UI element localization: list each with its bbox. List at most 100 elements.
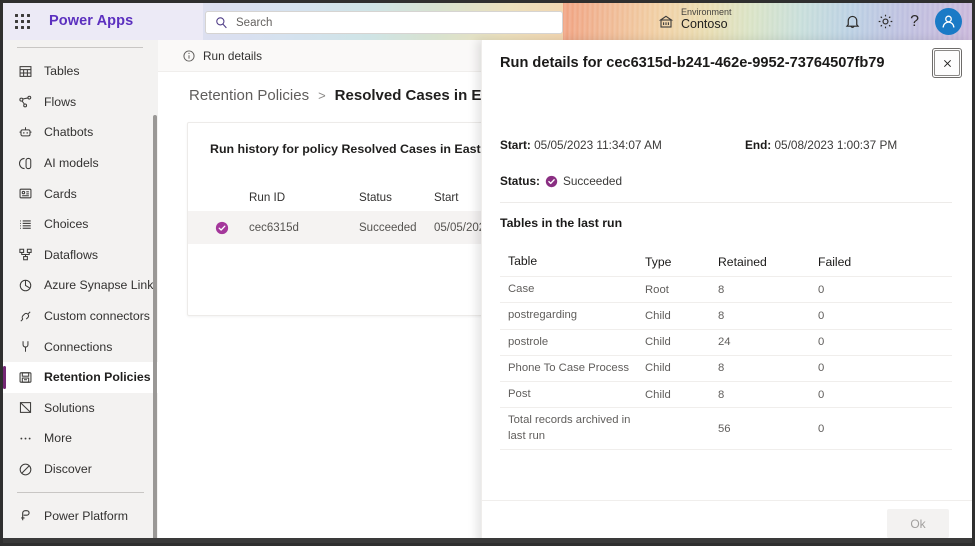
cell-type: Child xyxy=(645,309,671,322)
sidebar-top-divider xyxy=(17,47,143,48)
sidebar-item-tables[interactable]: Tables xyxy=(3,56,158,87)
gear-icon[interactable] xyxy=(877,13,894,30)
cell-table: postrole xyxy=(508,335,549,348)
retention-policy-icon xyxy=(17,369,33,385)
sidebar-item-label: Flows xyxy=(44,94,77,109)
environment-icon xyxy=(658,15,674,28)
cell-type: Child xyxy=(645,388,671,401)
sidebar-item-discover[interactable]: Discover xyxy=(3,454,158,485)
column-header-status[interactable]: Status xyxy=(359,191,392,204)
run-details-panel: Run details for cec6315d-b241-462e-9952-… xyxy=(481,40,972,543)
status-label: Status: xyxy=(500,174,540,188)
sidebar-item-more[interactable]: More xyxy=(3,423,158,454)
cell-retained: 24 xyxy=(718,336,731,349)
environment-switcher[interactable]: Environment Contoso xyxy=(658,7,732,31)
dataflow-icon xyxy=(17,247,33,263)
discover-compass-icon xyxy=(17,461,33,477)
sidebar-scrollbar[interactable] xyxy=(153,115,157,543)
app-brand-title[interactable]: Power Apps xyxy=(49,13,133,29)
environment-name: Contoso xyxy=(681,17,728,32)
sidebar-item-cards[interactable]: Cards xyxy=(3,178,158,209)
search-icon xyxy=(216,17,227,29)
tables-in-last-run-table: Table Type Retained Failed Case Root 8 0… xyxy=(500,247,952,450)
close-x-icon xyxy=(943,59,951,67)
sidebar-item-label: Discover xyxy=(44,462,92,477)
run-history-title: Run history for policy Resolved Cases in… xyxy=(210,142,497,156)
table-row: Post Child 8 0 xyxy=(500,381,952,407)
card-icon xyxy=(17,186,33,202)
breadcrumb: Retention Policies > Resolved Cases in E… xyxy=(189,87,522,104)
panel-divider xyxy=(500,202,952,203)
sidebar-item-label: Azure Synapse Link xyxy=(44,278,154,293)
sidebar-item-custom-connectors[interactable]: Custom connectors xyxy=(3,301,158,332)
sidebar-item-flows[interactable]: Flows xyxy=(3,87,158,118)
sidebar-item-label: Chatbots xyxy=(44,125,94,140)
cell-retained: 56 xyxy=(718,422,731,435)
run-details-button[interactable]: Run details xyxy=(176,46,268,66)
sidebar-divider xyxy=(17,492,144,494)
cell-failed: 0 xyxy=(818,309,825,322)
cell-table: Post xyxy=(508,388,531,400)
run-details-label: Run details xyxy=(203,48,263,63)
column-header-type: Type xyxy=(645,254,672,269)
sidebar-item-choices[interactable]: Choices xyxy=(3,209,158,240)
start-value: 05/05/2023 11:34:07 AM xyxy=(534,138,662,152)
table-row: postrole Child 24 0 xyxy=(500,328,952,355)
sidebar-item-solutions[interactable]: Solutions xyxy=(3,393,158,424)
cell-type: Child xyxy=(645,362,671,375)
sidebar-item-label: Tables xyxy=(44,64,80,79)
column-header-start[interactable]: Start xyxy=(434,191,458,204)
sidebar-item-label: AI models xyxy=(44,156,99,171)
column-header-retained: Retained xyxy=(718,254,767,269)
run-start: Start: 05/05/2023 11:34:07 AM xyxy=(500,138,662,152)
ok-button[interactable]: Ok xyxy=(887,509,949,538)
cell-type: Root xyxy=(645,283,669,296)
sidebar-item-chatbots[interactable]: Chatbots xyxy=(3,117,158,148)
cell-retained: 8 xyxy=(718,362,725,375)
cell-failed: 0 xyxy=(818,422,825,435)
connection-plug-icon xyxy=(17,339,33,355)
breadcrumb-parent[interactable]: Retention Policies xyxy=(189,87,309,104)
end-value: 05/08/2023 1:00:37 PM xyxy=(774,138,898,152)
sidebar-item-dataflows[interactable]: Dataflows xyxy=(3,240,158,271)
cell-table: postregarding xyxy=(508,309,578,322)
breadcrumb-separator-icon: > xyxy=(318,88,326,103)
avatar[interactable] xyxy=(935,8,962,35)
bell-icon[interactable] xyxy=(844,13,861,30)
sidebar-item-label: Choices xyxy=(44,217,89,232)
table-row: postregarding Child 8 0 xyxy=(500,302,952,328)
header-actions: ? xyxy=(844,3,962,40)
waffle-grid-icon[interactable] xyxy=(15,14,31,30)
sidebar-item-retention-policies[interactable]: Retention Policies xyxy=(3,361,158,393)
sidebar-item-azure-synapse-link[interactable]: Azure Synapse Link xyxy=(3,270,158,301)
cell-table: Phone To Case Process xyxy=(508,361,629,374)
sidebar-item-connections[interactable]: Connections xyxy=(3,331,158,362)
ai-model-icon xyxy=(17,155,33,171)
cell-retained: 8 xyxy=(718,309,725,322)
search-box[interactable] xyxy=(205,11,563,34)
start-label: Start: xyxy=(500,138,531,152)
cell-failed: 0 xyxy=(818,283,825,296)
person-avatar-icon xyxy=(942,15,955,28)
column-header-run-id[interactable]: Run ID xyxy=(249,191,285,204)
sidebar-item-power-platform[interactable]: Power Platform xyxy=(3,500,158,531)
cell-table: Case xyxy=(508,283,535,295)
custom-connector-icon xyxy=(17,308,33,324)
sidebar-item-label: Custom connectors xyxy=(44,309,150,324)
cell-status: Succeeded xyxy=(359,221,417,234)
help-button[interactable]: ? xyxy=(910,13,919,30)
sidebar-item-label: Power Platform xyxy=(44,508,129,523)
close-button[interactable] xyxy=(932,48,962,78)
cell-table: Total records archived in last run xyxy=(508,414,631,442)
end-label: End: xyxy=(745,138,772,152)
chatbot-icon xyxy=(17,124,33,140)
panel-body: Start: 05/05/2023 11:34:07 AM End: 05/08… xyxy=(482,89,972,499)
search-input[interactable] xyxy=(236,16,536,29)
cell-retained: 8 xyxy=(718,388,725,401)
section-title-tables-in-last-run: Tables in the last run xyxy=(500,216,623,230)
sidebar-item-ai-models[interactable]: AI models xyxy=(3,148,158,179)
power-platform-icon xyxy=(17,508,33,524)
sidebar-item-label: Retention Policies xyxy=(44,370,151,385)
choices-list-icon xyxy=(17,216,33,232)
ellipsis-icon xyxy=(17,430,33,446)
